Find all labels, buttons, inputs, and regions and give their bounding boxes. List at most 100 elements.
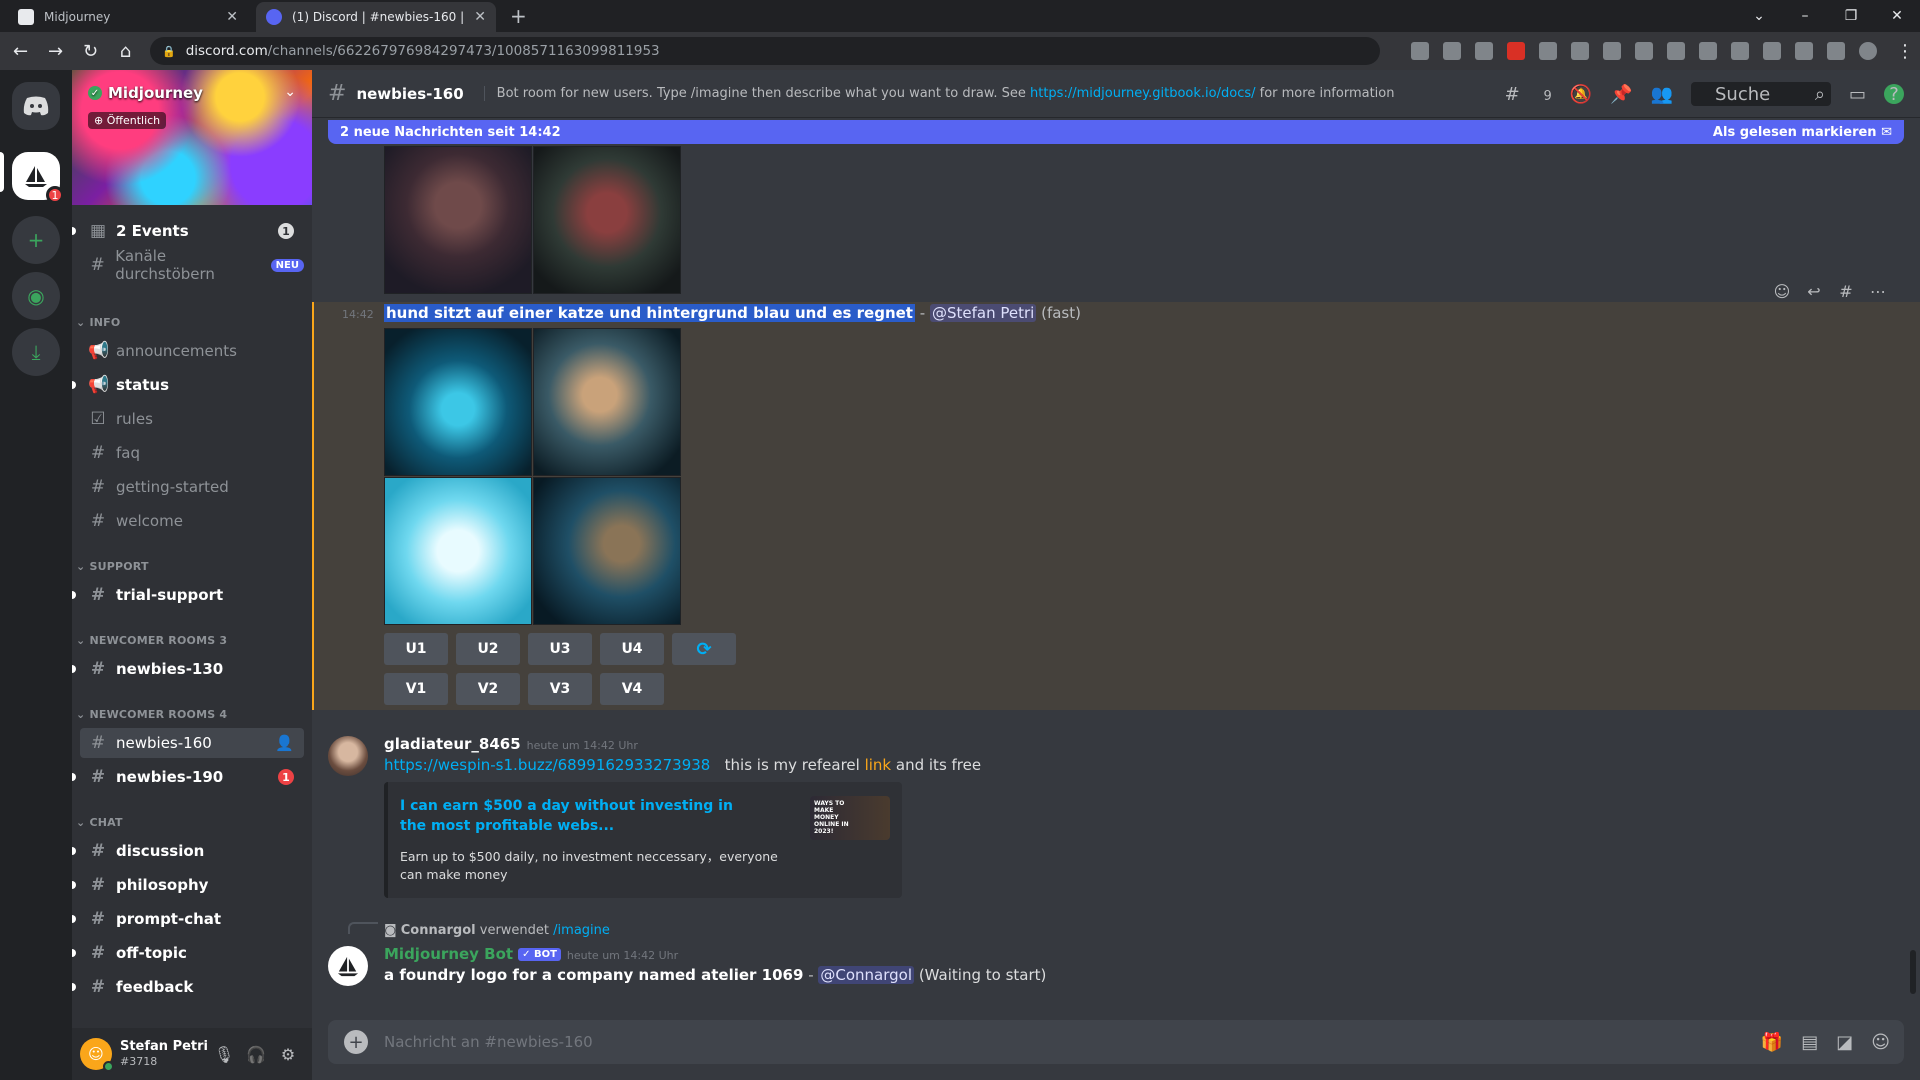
extension-icon[interactable] [1603, 42, 1621, 60]
sticker-icon[interactable]: ◪ [1836, 1032, 1853, 1053]
variation-1-button[interactable]: V1 [384, 673, 448, 705]
home-icon[interactable]: ⌂ [111, 41, 140, 62]
spam-link[interactable]: https://wespin-s1.buzz/6899162933273938 [384, 756, 710, 774]
upscale-3-button[interactable]: U3 [528, 633, 592, 665]
share-icon[interactable] [1443, 42, 1461, 60]
generated-image-tile[interactable] [384, 328, 532, 476]
gift-icon[interactable]: 🎁 [1761, 1032, 1783, 1053]
slash-command[interactable]: /imagine [553, 923, 610, 938]
inbox-icon[interactable]: ▭ [1849, 84, 1866, 105]
reply-icon[interactable]: ↩ [1798, 282, 1830, 301]
user-mention[interactable]: @Stefan Petri [929, 304, 1037, 322]
reload-icon[interactable]: ↻ [76, 41, 105, 62]
user-mention[interactable]: @Connargol [818, 966, 915, 984]
browse-channels-item[interactable]: # Kanäle durchstöbern NEU [80, 247, 304, 283]
new-tab-icon[interactable]: + [510, 4, 527, 28]
embed-thumbnail[interactable]: WAYS TO MAKE MONEY ONLINE IN 2023! [810, 796, 890, 840]
server-midjourney[interactable]: 1 [12, 152, 64, 204]
scrollbar[interactable] [1910, 950, 1916, 994]
explore-servers-icon[interactable]: ◉ [12, 272, 60, 320]
emoji-icon[interactable]: ☺ [1871, 1032, 1890, 1053]
generated-image-tile[interactable] [384, 477, 532, 625]
mute-notifications-icon[interactable]: 🔕 [1570, 84, 1592, 105]
channel-status[interactable]: 📢 status [72, 370, 304, 400]
sidepanel-icon[interactable] [1827, 42, 1845, 60]
forward-icon[interactable]: → [41, 41, 70, 62]
mute-mic-icon[interactable]: 🎙 [208, 1045, 240, 1064]
star-icon[interactable] [1475, 42, 1493, 60]
upload-plus-icon[interactable]: + [344, 1030, 368, 1054]
download-apps-icon[interactable]: ⤓ [12, 328, 60, 376]
search-input[interactable]: Suche ⌕ [1690, 82, 1831, 106]
extension-icon[interactable] [1667, 42, 1685, 60]
tab-search-icon[interactable]: ⌄ [1736, 8, 1782, 24]
channel-announcements[interactable]: 📢 announcements [80, 336, 304, 366]
extension-icon[interactable] [1699, 42, 1717, 60]
channel-discussion[interactable]: # discussion [72, 836, 304, 866]
chevron-down-icon[interactable]: ⌄ [284, 84, 296, 100]
message-author[interactable]: gladiateur_8465 [384, 735, 521, 753]
variation-3-button[interactable]: V3 [528, 673, 592, 705]
back-icon[interactable]: ← [6, 41, 35, 62]
channel-newbies-130[interactable]: # newbies-130 [72, 654, 304, 684]
server-banner[interactable]: ✓ Midjourney ⌄ ⊕ Öffentlich [72, 70, 312, 205]
url-field[interactable]: 🔒 discord.com/channels/66226797698429747… [150, 37, 1380, 65]
reply-user[interactable]: Connargol [401, 923, 476, 938]
variation-2-button[interactable]: V2 [456, 673, 520, 705]
channel-newbies-160[interactable]: # newbies-160 👤 [80, 728, 304, 758]
reroll-button[interactable]: ⟳ [672, 633, 736, 665]
tab-discord[interactable]: (1) Discord | #newbies-160 | Mid ✕ [256, 2, 496, 32]
avatar[interactable] [328, 946, 368, 986]
category-newcomer-rooms-3[interactable]: ⌄ NEWCOMER ROOMS 3 [76, 634, 227, 647]
camera-icon[interactable] [1763, 42, 1781, 60]
category-info[interactable]: ⌄ INFO [76, 316, 120, 329]
category-support[interactable]: ⌄ SUPPORT [76, 560, 149, 573]
upscale-1-button[interactable]: U1 [384, 633, 448, 665]
channel-trial-support[interactable]: # trial-support [72, 580, 304, 610]
add-reaction-icon[interactable]: ☺ [1766, 282, 1798, 301]
generated-image-tile[interactable] [533, 146, 681, 294]
discord-home-icon[interactable] [12, 82, 60, 130]
pin-icon[interactable]: 📌 [1610, 84, 1632, 105]
channel-off-topic[interactable]: # off-topic [72, 938, 304, 968]
category-newcomer-rooms-4[interactable]: ⌄ NEWCOMER ROOMS 4 [76, 708, 227, 721]
channel-prompt-chat[interactable]: # prompt-chat [72, 904, 304, 934]
restore-icon[interactable]: ❐ [1828, 8, 1874, 24]
close-window-icon[interactable]: ✕ [1874, 8, 1920, 24]
new-messages-bar[interactable]: 2 neue Nachrichten seit 14:42 Als gelese… [328, 120, 1904, 144]
generated-image-tile[interactable] [384, 146, 532, 294]
server-name[interactable]: ✓ Midjourney [88, 84, 203, 102]
tab-midjourney[interactable]: Midjourney ✕ [8, 2, 248, 32]
extension-icon[interactable] [1539, 42, 1557, 60]
events-item[interactable]: ▦ 2 Events 1 [72, 216, 304, 246]
channel-faq[interactable]: # faq [80, 438, 304, 468]
member-list-icon[interactable]: 👥 [1651, 84, 1673, 105]
category-chat[interactable]: ⌄ CHAT [76, 816, 123, 829]
embed-title[interactable]: I can earn $500 a day without investing … [400, 796, 760, 836]
upscale-4-button[interactable]: U4 [600, 633, 664, 665]
gif-icon[interactable]: ▤ [1801, 1032, 1818, 1053]
minimize-icon[interactable]: – [1782, 8, 1828, 24]
close-tab-icon[interactable]: ✕ [474, 9, 486, 25]
generated-image-tile[interactable] [533, 477, 681, 625]
channel-philosophy[interactable]: # philosophy [72, 870, 304, 900]
channel-welcome[interactable]: # welcome [80, 506, 304, 536]
headphones-icon[interactable]: 🎧 [240, 1045, 272, 1064]
channel-topic[interactable]: Bot room for new users. Type /imagine th… [483, 86, 1394, 101]
more-icon[interactable]: ⋯ [1862, 282, 1894, 301]
help-icon[interactable]: ? [1884, 84, 1904, 105]
threads-icon[interactable]: # 9 [1505, 84, 1552, 105]
avatar[interactable]: ☺ [80, 1038, 114, 1072]
gear-icon[interactable]: ⚙ [272, 1045, 304, 1064]
channel-getting-started[interactable]: # getting-started [80, 472, 304, 502]
extension-icon[interactable] [1571, 42, 1589, 60]
add-member-icon[interactable]: 👤 [275, 734, 294, 752]
add-server-icon[interactable]: + [12, 216, 60, 264]
topic-link[interactable]: https://midjourney.gitbook.io/docs/ [1030, 86, 1256, 101]
generated-image-tile[interactable] [533, 328, 681, 476]
puzzle-icon[interactable] [1795, 42, 1813, 60]
message-input[interactable] [384, 1033, 1684, 1051]
kebab-menu-icon[interactable]: ⋮ [1890, 41, 1920, 62]
upscale-2-button[interactable]: U2 [456, 633, 520, 665]
variation-4-button[interactable]: V4 [600, 673, 664, 705]
